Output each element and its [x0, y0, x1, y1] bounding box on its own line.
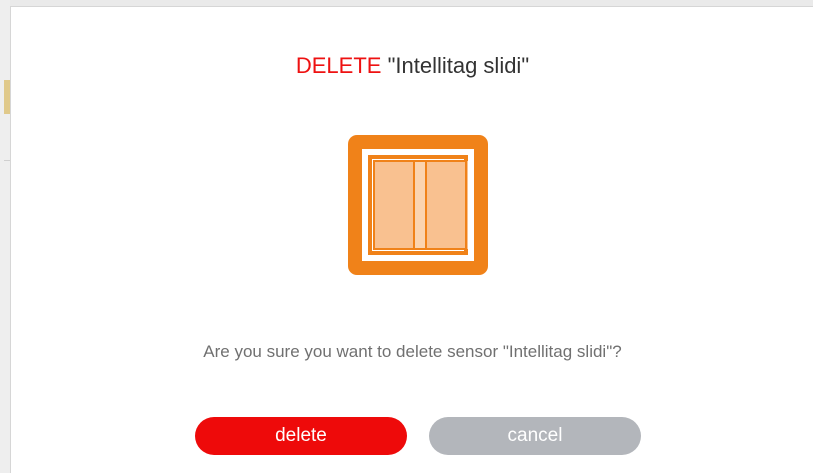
- confirm-message: Are you sure you want to delete sensor "…: [203, 342, 622, 361]
- dialog-title-action: DELETE: [295, 53, 382, 78]
- delete-sensor-dialog: DELETE "Intellitag slidi" Are you sure y…: [10, 6, 813, 473]
- cancel-button[interactable]: cancel: [429, 417, 641, 455]
- dialog-title: DELETE "Intellitag slidi": [11, 53, 813, 79]
- sliding-door-sensor-icon: [348, 135, 488, 275]
- delete-button[interactable]: delete: [195, 417, 407, 455]
- dialog-title-sensor-name: "Intellitag slidi": [387, 53, 530, 78]
- background-left-strip: [0, 0, 10, 473]
